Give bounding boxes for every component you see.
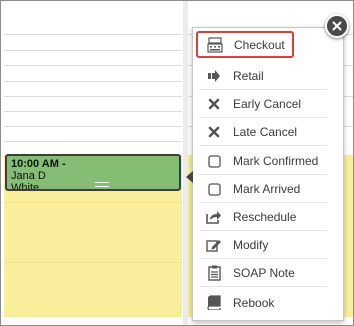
menu-item-mark-confirmed[interactable]: Mark Confirmed [199, 148, 327, 175]
slot-line [4, 262, 182, 263]
menu-item-label: Late Cancel [233, 125, 298, 139]
appointment-block[interactable]: 10:00 AM - Jana D White [5, 154, 181, 191]
time-slot-line [4, 65, 182, 66]
clipboard-icon [206, 265, 222, 281]
appointment-client-name-2: White [11, 182, 40, 191]
menu-item-early-cancel[interactable]: Early Cancel [199, 91, 327, 118]
menu-item-reschedule[interactable]: Reschedule [199, 204, 327, 231]
appointment-client-name: Jana D [11, 170, 46, 182]
register-icon [207, 36, 223, 53]
time-slot-line [4, 126, 182, 127]
time-slot-line [4, 34, 182, 35]
menu-item-label: SOAP Note [233, 266, 295, 280]
menu-item-modify[interactable]: Modify [199, 232, 327, 259]
menu-item-soap-note[interactable]: SOAP Note [199, 260, 327, 287]
close-icon [332, 21, 342, 31]
checkbox-icon [206, 181, 222, 197]
x-icon [206, 124, 222, 140]
time-slot-line [4, 111, 182, 112]
book-icon [206, 295, 222, 311]
slot-line [4, 202, 182, 203]
menu-item-mark-arrived[interactable]: Mark Arrived [199, 176, 327, 203]
menu-item-label: Mark Confirmed [233, 154, 319, 168]
menu-item-label: Modify [233, 238, 269, 252]
menu-item-label: Retail [233, 69, 264, 83]
checkbox-icon [206, 153, 222, 169]
appointment-context-menu: Checkout Retail Early Cancel Late Cancel [186, 27, 344, 321]
menu-item-label: Mark Arrived [233, 182, 301, 196]
menu-item-label: Early Cancel [233, 97, 302, 111]
time-slot-line [4, 141, 182, 142]
edit-icon [206, 237, 222, 253]
arrow-right-icon [206, 68, 222, 84]
time-slot-line [4, 96, 182, 97]
menu-pointer [186, 171, 193, 183]
menu-item-label: Checkout [234, 37, 285, 52]
resize-handle[interactable] [95, 182, 109, 187]
menu-item-rebook[interactable]: Rebook [199, 289, 327, 316]
close-menu-button[interactable] [325, 14, 349, 38]
time-slot-line [4, 81, 182, 82]
share-arrow-icon [206, 209, 222, 225]
x-icon [206, 96, 222, 112]
appointment-time: 10:00 AM - [11, 158, 66, 170]
menu-item-label: Rebook [233, 295, 275, 310]
menu-item-checkout[interactable]: Checkout [196, 31, 294, 58]
time-slot-line [4, 50, 182, 51]
menu-item-retail[interactable]: Retail [199, 63, 327, 90]
menu-item-late-cancel[interactable]: Late Cancel [199, 119, 327, 146]
menu-item-label: Reschedule [233, 210, 297, 224]
